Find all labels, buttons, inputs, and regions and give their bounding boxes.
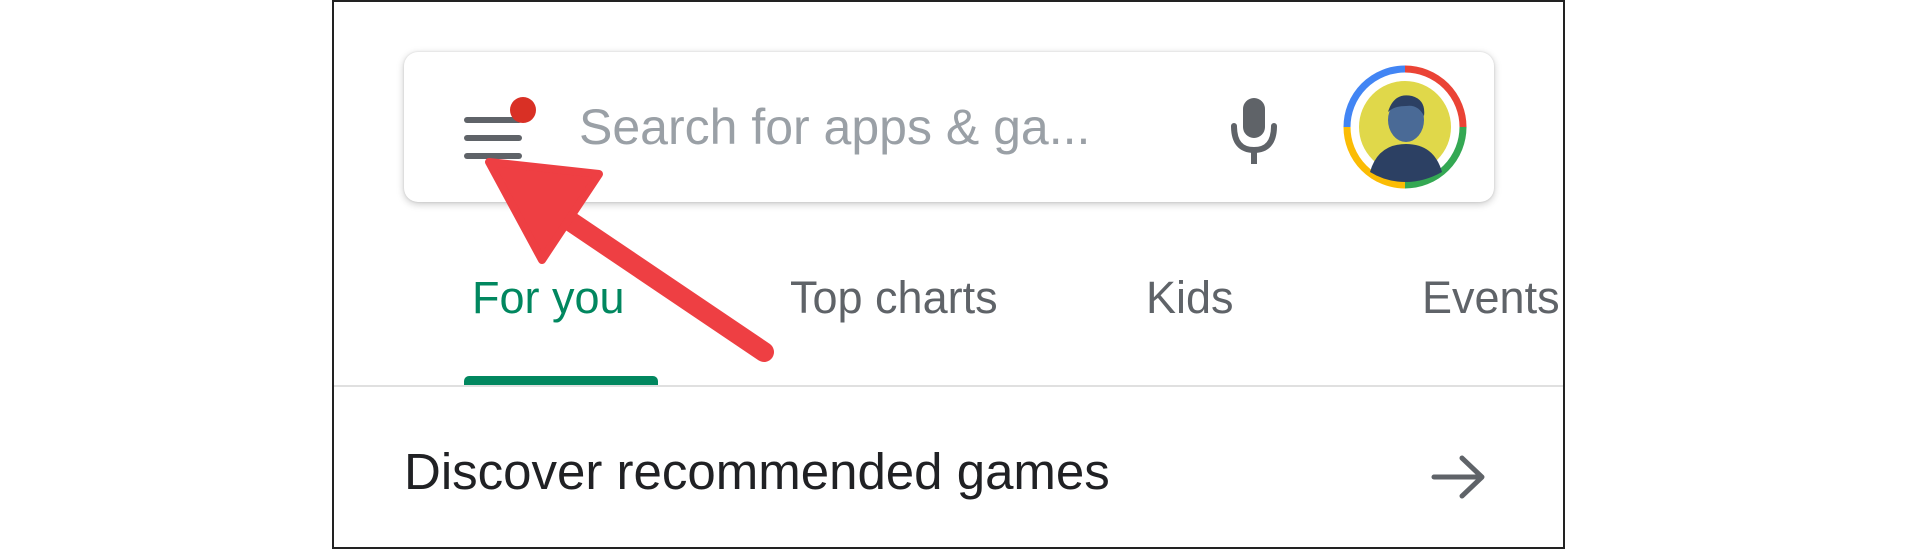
- tab-for-you[interactable]: For you: [472, 272, 625, 324]
- category-tabs: For you Top charts Kids Events: [334, 257, 1563, 387]
- tabs-divider: [334, 385, 1563, 387]
- notification-dot: [510, 97, 536, 123]
- active-tab-indicator: [464, 376, 658, 385]
- tab-events[interactable]: Events: [1422, 272, 1560, 324]
- search-bar[interactable]: [404, 52, 1494, 202]
- menu-bar-line: [464, 153, 522, 159]
- account-avatar[interactable]: [1342, 64, 1468, 190]
- tab-top-charts[interactable]: Top charts: [790, 272, 998, 324]
- microphone-icon[interactable]: [1224, 92, 1284, 172]
- section-title: Discover recommended games: [404, 443, 1110, 500]
- hamburger-menu-icon[interactable]: [454, 97, 536, 167]
- menu-bar-line: [464, 135, 522, 141]
- tab-kids[interactable]: Kids: [1146, 272, 1234, 324]
- arrow-right-icon[interactable]: [1424, 442, 1494, 512]
- app-screenshot-frame: For you Top charts Kids Events Discover …: [332, 0, 1565, 549]
- search-input[interactable]: [579, 92, 1139, 162]
